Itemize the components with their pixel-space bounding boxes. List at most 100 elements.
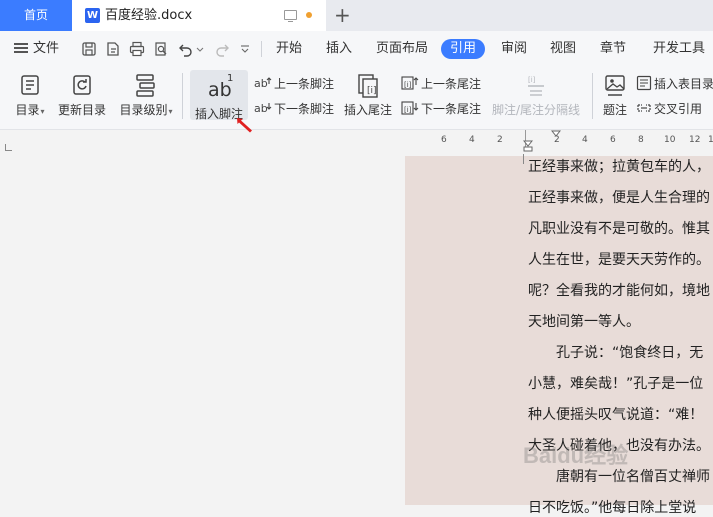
- ruler-tick-label: 8: [638, 135, 644, 145]
- document-line[interactable]: 正经事来做，便是人生合理的: [528, 187, 710, 207]
- svg-text:[i]: [i]: [528, 76, 536, 84]
- baidu-watermark: Baidu经验: [523, 443, 629, 468]
- next-footnote-label: 下一条脚注: [274, 102, 335, 116]
- print-icon[interactable]: [129, 41, 145, 57]
- document-line[interactable]: 小慧，难矣哉！”孔子是一位: [528, 373, 703, 393]
- undo-dropdown-icon[interactable]: [196, 41, 204, 57]
- indent-marker-icon[interactable]: [523, 140, 533, 152]
- separator-line-label: 脚注/尾注分隔线: [491, 103, 581, 117]
- next-footnote-button[interactable]: ab 下一条脚注: [254, 100, 334, 117]
- tab-review[interactable]: 审阅: [501, 31, 527, 67]
- footnote-separator-line-button[interactable]: [i] 脚注/尾注分隔线: [490, 73, 582, 118]
- toc-level-icon: [136, 74, 155, 97]
- prev-footnote-label: 上一条脚注: [274, 77, 335, 91]
- wps-writer-icon: W: [85, 8, 100, 23]
- ruler-tick-label: 10: [664, 135, 676, 145]
- toc-level-button[interactable]: 目录级别▾: [116, 73, 176, 118]
- insert-footnote-button[interactable]: ab 1 插入脚注: [190, 70, 248, 121]
- prev-footnote-icon: ab: [254, 77, 272, 90]
- print-preview-icon[interactable]: [153, 41, 169, 57]
- toc-label: 目录: [15, 103, 40, 117]
- document-line[interactable]: 天地间第一等人。: [528, 311, 640, 331]
- endnote-icon: [i]: [358, 74, 378, 98]
- svg-text:[i]: [i]: [404, 81, 412, 89]
- cross-reference-label: 交叉引用: [654, 102, 703, 116]
- first-line-indent-icon[interactable]: [551, 130, 561, 138]
- document-tab[interactable]: W 百度经验.docx: [72, 0, 326, 31]
- tab-section[interactable]: 章节: [600, 31, 626, 67]
- menu-separator: [261, 41, 262, 57]
- undo-icon[interactable]: [178, 41, 194, 57]
- ribbon-separator: [592, 73, 593, 119]
- annotation-arrow-icon: [237, 118, 252, 133]
- toc-level-label: 目录级别: [119, 103, 168, 117]
- ruler-tick-label: 6: [441, 135, 447, 145]
- tab-bar: 首页 W 百度经验.docx +: [0, 0, 713, 31]
- ruler-tick-label: 6: [610, 135, 616, 145]
- export-pdf-icon[interactable]: [105, 41, 121, 57]
- insert-table-of-figures-label: 插入表目录: [654, 77, 713, 91]
- svg-text:[i]: [i]: [404, 106, 412, 114]
- svg-text:[i]: [i]: [367, 86, 377, 96]
- margin-corner-mark: [523, 154, 524, 164]
- footnote-icon: ab 1: [208, 73, 234, 101]
- update-toc-icon: [73, 75, 91, 95]
- cross-reference-icon: [637, 104, 651, 112]
- margin-corner-mark: [5, 144, 12, 151]
- hamburger-icon: [14, 43, 28, 53]
- svg-text:ab: ab: [254, 77, 268, 90]
- monitor-icon[interactable]: [284, 10, 297, 22]
- tab-developer-tools[interactable]: 开发工具: [653, 31, 705, 67]
- document-line[interactable]: 凡职业没有不是可敬的。惟其: [528, 218, 710, 238]
- tab-start[interactable]: 开始: [276, 31, 302, 67]
- prev-endnote-button[interactable]: [i] 上一条尾注: [401, 75, 481, 92]
- next-footnote-icon: ab: [254, 102, 272, 115]
- svg-text:ab: ab: [254, 102, 268, 115]
- horizontal-ruler[interactable]: 6 4 2 2 4 6 8 10 12 14: [405, 130, 713, 154]
- ribbon-separator: [182, 73, 183, 119]
- ruler-tick-label: 2: [497, 135, 503, 145]
- menu-bar: 文件 开始 插入 页面布局 引用 审阅 视图 章节 开发工具: [0, 31, 713, 67]
- new-tab-button[interactable]: +: [334, 0, 351, 31]
- ruler-tick-label: 14: [708, 135, 713, 145]
- next-endnote-icon: [i]: [401, 101, 419, 115]
- prev-endnote-icon: [i]: [401, 76, 419, 90]
- ruler-tick-label: 4: [582, 135, 588, 145]
- toc-icon: [21, 75, 39, 95]
- ruler-tick-label: 4: [469, 135, 475, 145]
- document-line[interactable]: 日不吃饭。”他每日除上堂说: [528, 497, 696, 517]
- caption-label: 题注: [602, 103, 627, 117]
- save-icon[interactable]: [81, 41, 97, 57]
- prev-endnote-label: 上一条尾注: [421, 77, 482, 91]
- redo-icon[interactable]: [214, 41, 230, 57]
- ribbon-references: 目录▾ 更新目录 目录级别▾ ab 1 插入脚注 ab 上一条脚注 ab 下一条脚注: [0, 67, 713, 130]
- tab-page-layout[interactable]: 页面布局: [376, 31, 428, 67]
- toc-button[interactable]: 目录▾: [10, 73, 50, 118]
- ruler-tick-label: 12: [689, 135, 701, 145]
- document-line[interactable]: 正经事来做；拉黄包车的人，: [528, 156, 710, 176]
- tab-references[interactable]: 引用: [441, 39, 486, 59]
- document-line[interactable]: 呢？全看我的才能何如，境地: [528, 280, 710, 300]
- caption-icon: [605, 75, 625, 96]
- caption-button[interactable]: 题注: [600, 73, 630, 118]
- file-menu-label: 文件: [33, 41, 60, 56]
- document-line[interactable]: 人生在世，是要天天劳作的。: [528, 249, 710, 269]
- tab-view[interactable]: 视图: [550, 31, 576, 67]
- insert-endnote-button[interactable]: [i] 插入尾注: [340, 73, 396, 118]
- insert-endnote-label: 插入尾注: [343, 103, 392, 117]
- insert-table-of-figures-button[interactable]: 插入表目录: [636, 75, 713, 92]
- unsaved-dot-icon: [306, 12, 312, 18]
- customize-quick-access-icon[interactable]: [240, 41, 250, 57]
- prev-footnote-button[interactable]: ab 上一条脚注: [254, 75, 334, 92]
- table-of-figures-icon: [636, 75, 652, 91]
- separator-line-icon: [i]: [528, 76, 544, 96]
- file-menu-button[interactable]: 文件: [14, 31, 59, 67]
- cross-reference-button[interactable]: 交叉引用: [636, 100, 702, 117]
- document-line[interactable]: 孔子说：“饱食终日，无: [528, 342, 703, 362]
- update-toc-button[interactable]: 更新目录: [56, 73, 108, 118]
- document-tab-title: 百度经验.docx: [105, 8, 193, 23]
- document-line[interactable]: 种人便摇头叹气说道：“难！: [528, 404, 703, 424]
- tab-insert[interactable]: 插入: [326, 31, 352, 67]
- next-endnote-button[interactable]: [i] 下一条尾注: [401, 100, 481, 117]
- home-tab[interactable]: 首页: [0, 0, 72, 31]
